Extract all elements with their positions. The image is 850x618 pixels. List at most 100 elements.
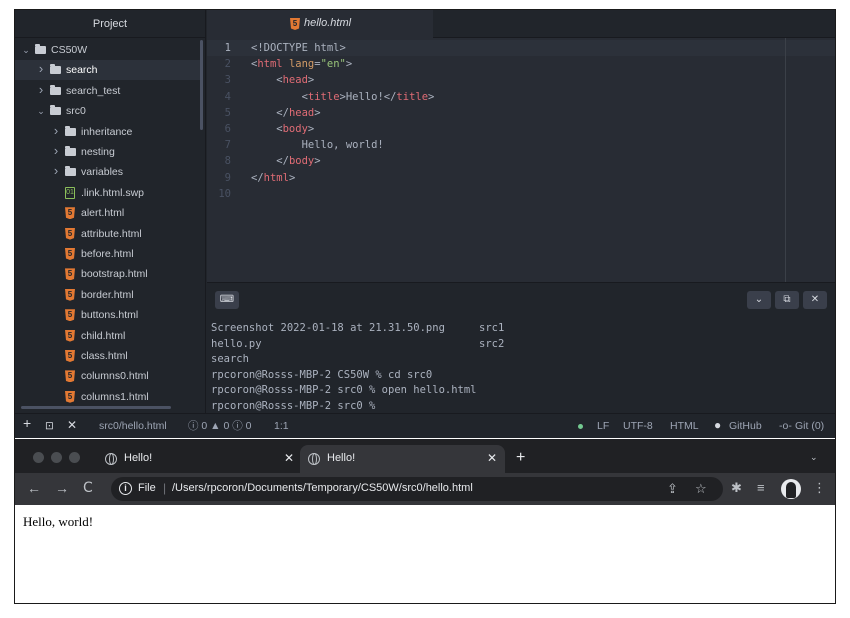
github-icon[interactable]: ● [714,418,721,433]
tree-item-label: alert.html [81,207,125,220]
terminal-line-text: rpcoron@Rosss-MBP-2 src0 % open hello.ht… [211,384,477,396]
new-tab-button[interactable]: + [516,449,525,467]
file-path[interactable]: src0/hello.html [99,419,167,434]
tree-item-bootstrap-html[interactable]: 5 bootstrap.html [15,264,203,284]
tree-item-columns1-html[interactable]: 5 columns1.html [15,387,203,407]
chevron-right-icon[interactable]: › [36,62,46,75]
scheme-label: File [138,482,156,494]
tree-item-src0[interactable]: ⌄ src0 [15,101,203,121]
code-line[interactable]: 3 <head> [207,72,835,88]
address-bar[interactable]: i File | /Users/rpcoron/Documents/Tempor… [111,477,723,501]
file-encoding[interactable]: UTF-8 [623,419,653,434]
tree-item-class-html[interactable]: 5 class.html [15,346,203,366]
tree-item-label: columns0.html [81,370,149,383]
back-button[interactable]: ← [27,480,41,496]
close-tab-icon[interactable]: ✕ [487,451,497,465]
extensions-icon[interactable]: ✱ [731,480,742,496]
tree-item-child-html[interactable]: 5 child.html [15,326,203,346]
tree-item-label: search_test [66,84,121,97]
code-line[interactable]: 2 <html lang="en"> [207,56,835,72]
tree-item-buttons-html[interactable]: 5 buttons.html [15,305,203,325]
line-number: 8 [224,155,231,168]
github-button[interactable]: GitHub [729,419,762,434]
chevron-right-icon[interactable]: › [51,164,61,177]
grammar-selector[interactable]: HTML [670,419,699,434]
tree-item-variables[interactable]: › variables [15,162,203,182]
tree-item-attribute-html[interactable]: 5 attribute.html [15,224,203,244]
tree-horizontal-scrollbar[interactable] [21,406,171,409]
tree-item-search-test[interactable]: › search_test [15,81,203,101]
terminal-line: rpcoron@Rosss-MBP-2 CS50W % cd src0 [211,368,477,384]
code-editor-pane[interactable]: 1 <!DOCTYPE html> 2 <html lang="en"> 3 <head… [207,38,835,282]
project-tree-header: Project [15,10,205,38]
tree-item-cs50w[interactable]: ⌄ CS50W [15,40,203,60]
chevron-down-icon[interactable]: ⌄ [36,105,46,117]
tree-item-alert-html[interactable]: 5 alert.html [15,203,203,223]
folder-icon [65,146,77,158]
profile-avatar[interactable] [781,479,801,499]
terminal-output[interactable]: Screenshot 2022-01-18 at 21.31.50.png src… [211,321,504,414]
browser-tab-1[interactable]: Hello! ✕ [97,445,302,473]
diagnostics-counts[interactable]: ⓘ 0 ▲ 0 ⓘ 0 [188,419,252,434]
close-window-icon[interactable] [33,452,44,463]
code-line[interactable]: 7 Hello, world! [207,137,835,153]
tree-item-border-html[interactable]: 5 border.html [15,285,203,305]
tree-vertical-scrollbar[interactable] [200,40,203,130]
code-line[interactable]: 4 <title>Hello!</title> [207,89,835,105]
tree-item-inheritance[interactable]: › inheritance [15,122,203,142]
cursor-position[interactable]: 1:1 [274,419,289,434]
chevron-down-icon[interactable]: ⌄ [21,44,31,56]
tree-item-columns0-html[interactable]: 5 columns0.html [15,366,203,386]
tab-search-chevron-icon[interactable]: ⌄ [810,452,818,463]
star-icon[interactable]: ☆ [695,481,707,497]
terminal-icon[interactable]: ⊡ [45,419,54,434]
browser-tab-2[interactable]: Hello! ✕ [300,445,505,473]
line-number: 5 [224,106,231,119]
chevron-right-icon[interactable]: › [36,83,46,96]
html5-file-icon: 5 [65,268,77,281]
line-number: 1 [224,42,231,54]
zoom-window-icon[interactable] [69,452,80,463]
code-line[interactable]: 8 </body> [207,153,835,169]
tree-item-before-html[interactable]: 5 before.html [15,244,203,264]
terminal-line: search [211,352,477,368]
tab-hello-html[interactable]: 5 hello.html [207,10,433,38]
terminal-line-column: src1 [479,322,505,334]
globe-icon [308,453,320,465]
close-terminal-button[interactable]: ✕ [803,291,827,309]
maximize-terminal-button[interactable]: ⧉ [775,291,799,309]
code-line[interactable]: 9 </html> [207,170,835,186]
git-button[interactable]: Git (0) [795,419,824,434]
close-icon[interactable]: ✕ [67,418,77,433]
code-line[interactable]: 1 <!DOCTYPE html> [207,40,835,56]
code-line[interactable]: 10 [207,186,835,202]
address-url[interactable]: /Users/rpcoron/Documents/Temporary/CS50W… [172,482,473,494]
chevron-down-button[interactable]: ⌄ [747,291,771,309]
tree-item-label: class.html [81,350,128,362]
html5-file-icon: 5 [65,350,77,362]
line-ending[interactable]: LF [597,419,609,434]
reload-button[interactable]: C [83,480,93,496]
page-body-text: Hello, world! [23,514,94,529]
status-bar: + ⊡ ✕ src0/hello.html ⓘ 0 ▲ 0 ⓘ 0 1:1 LF… [15,413,835,438]
forward-button[interactable]: → [55,480,69,496]
info-icon[interactable]: i [119,482,132,495]
add-terminal-button[interactable]: + [23,416,31,431]
chevron-right-icon[interactable]: › [51,124,61,137]
close-tab-icon[interactable]: ✕ [284,451,294,465]
share-icon[interactable]: ⇪ [667,481,678,497]
tree-item-link-html-swp[interactable]: 01 .link.html.swp [15,183,203,203]
code-line[interactable]: 5 </head> [207,105,835,121]
code-text: </head> [251,106,321,119]
tree-item-label: child.html [81,329,126,342]
minimize-window-icon[interactable] [51,452,62,463]
tree-item-search[interactable]: › search [15,60,203,81]
tree-item-nesting[interactable]: › nesting [15,142,203,162]
reading-list-icon[interactable]: ≡ [757,480,765,496]
menu-icon[interactable]: ⋮ [813,480,826,496]
tree-item-label: border.html [81,288,134,301]
keyboard-icon[interactable]: ⌨ [215,291,239,309]
editor-tab-bar: 5 hello.html [207,10,835,38]
chevron-right-icon[interactable]: › [51,144,61,157]
code-line[interactable]: 6 <body> [207,121,835,137]
